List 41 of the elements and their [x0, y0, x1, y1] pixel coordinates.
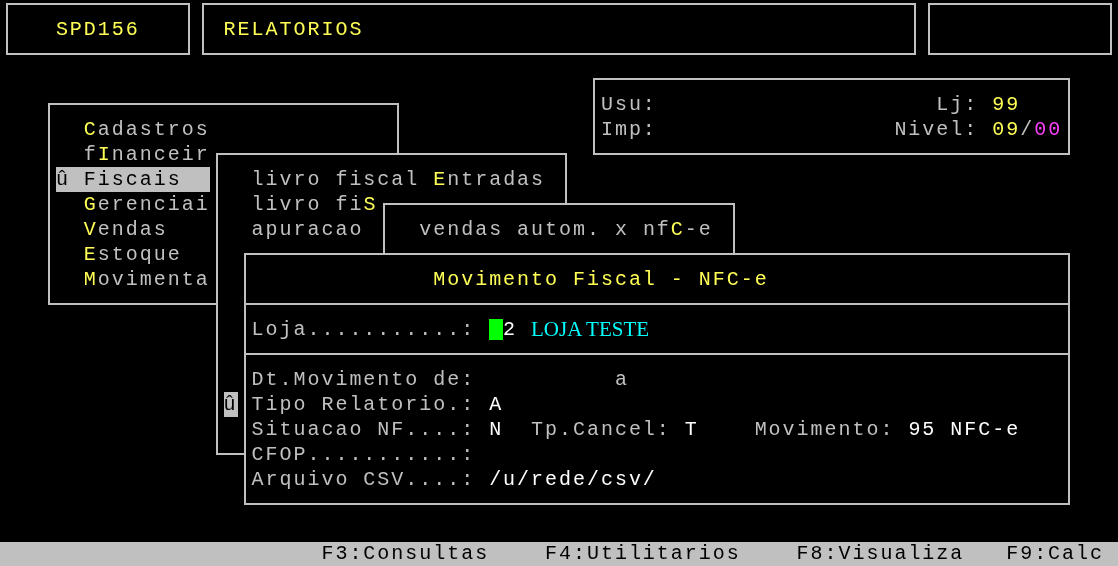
field-label: Situacao NF....:	[251, 416, 476, 442]
menu-item[interactable]: Movimenta	[83, 266, 210, 292]
function-key[interactable]: F4:Utilitarios	[545, 542, 741, 566]
program-code: SPD156	[55, 16, 140, 42]
field-value[interactable]: T	[684, 416, 699, 442]
field-value[interactable]: A	[489, 391, 504, 417]
store-name: LOJA TESTE	[531, 316, 650, 342]
form-title: Movimento Fiscal - NFC-e	[433, 266, 769, 292]
field-value[interactable]: /u/rede/csv/	[489, 466, 657, 492]
store-code-field[interactable]: 2	[503, 316, 518, 342]
field-label: Dt.Movimento de:	[251, 366, 476, 392]
field-value[interactable]: N	[489, 416, 504, 442]
level-label: Nivel:	[894, 116, 979, 142]
menu-item[interactable]: Cadastros	[83, 116, 210, 142]
printer-label: Imp:	[600, 116, 657, 142]
user-label: Usu:	[600, 91, 657, 117]
field-label: Tp.Cancel:	[531, 416, 671, 442]
menu-item[interactable]: Vendas	[83, 216, 168, 242]
function-key[interactable]: F9:Calc	[1006, 542, 1105, 566]
function-key[interactable]: F8:Visualiza	[796, 542, 965, 566]
field-label: Tipo Relatorio.:	[251, 391, 476, 417]
function-key[interactable]: F3:Consultas	[321, 542, 490, 566]
field-label: Movimento:	[754, 416, 895, 442]
menu-item[interactable]: û Fiscais	[55, 166, 210, 192]
menu-item[interactable]: livro fiS	[251, 191, 378, 217]
menu-item[interactable]: vendas autom. x nfC-e	[419, 216, 713, 242]
menu-item[interactable]: Gerenciai	[83, 191, 210, 217]
menu-item[interactable]: Estoque	[83, 241, 182, 267]
menu-item[interactable]: livro fiscal Entradas	[251, 166, 546, 192]
field-value[interactable]: 95 NFC-e	[908, 416, 1021, 442]
text-cursor	[489, 318, 504, 340]
field-label: a	[614, 366, 629, 392]
store-number: 99	[992, 91, 1021, 117]
store-field-label: Loja...........:	[251, 316, 476, 342]
level-value: 09/00	[992, 116, 1063, 142]
store-label: Lj:	[936, 91, 979, 117]
field-label: Arquivo CSV....:	[251, 466, 476, 492]
menu-item[interactable]: apuracao	[251, 216, 364, 242]
screen-title: RELATORIOS	[223, 16, 364, 42]
menu-item[interactable]: fI nanceir	[83, 141, 210, 167]
field-label: CFOP...........:	[251, 441, 476, 467]
